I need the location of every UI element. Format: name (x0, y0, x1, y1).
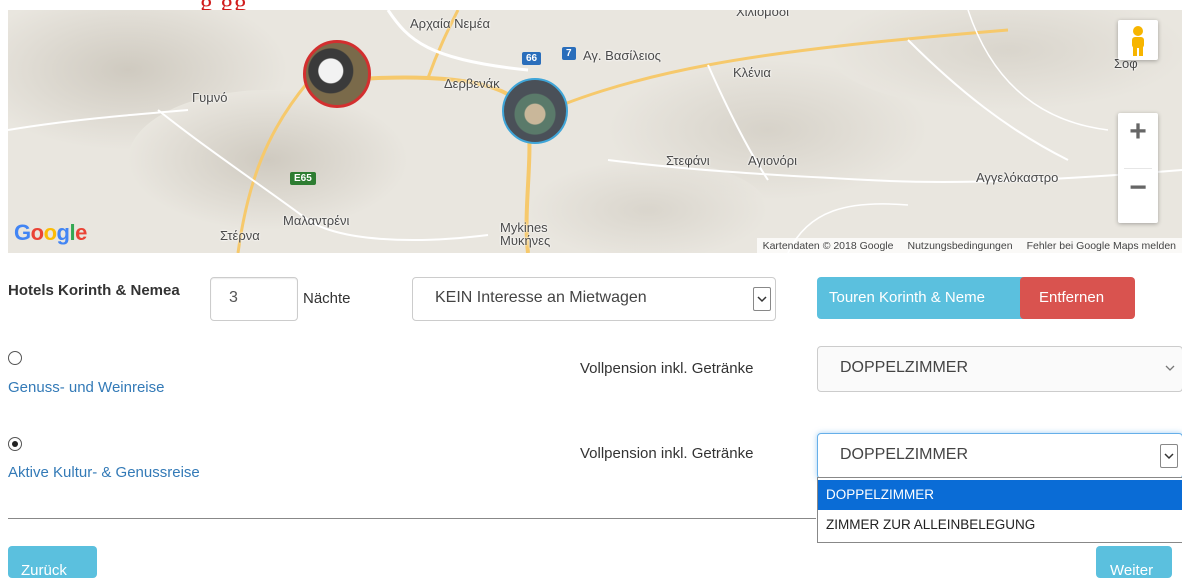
hotel-title: Hotels Korinth & Nemea (8, 282, 180, 299)
map-marker-photo-red[interactable] (303, 40, 371, 108)
radio-selected-dot (12, 441, 18, 447)
google-logo-letter: o (30, 220, 44, 245)
map-label-sterna: Στέρνα (220, 228, 260, 243)
map-marker-photo-blue[interactable] (502, 78, 568, 144)
google-logo-letter: o (43, 220, 57, 245)
map-data-credit: Kartendaten © 2018 Google (762, 239, 894, 252)
terms-link[interactable]: Nutzungsbedingungen (907, 240, 1012, 252)
map-label-chiliomodi: Χιλιόμοδι (736, 10, 790, 19)
map-label-malantreni: Μαλαντρένι (283, 213, 350, 228)
option-link-aktive[interactable]: Aktive Kultur- & Genussreise (8, 464, 200, 481)
divider (8, 518, 816, 519)
map-label-agionori: Αγιονόρι (748, 153, 798, 168)
option-radio-aktive[interactable] (8, 437, 22, 451)
map-label-stefani: Στεφάνι (666, 153, 710, 168)
street-view-pegman-button[interactable] (1118, 20, 1158, 60)
option-radio-genuss[interactable] (8, 351, 22, 365)
map-label-aggelokastro: Αγγελόκαστρο (976, 170, 1059, 185)
nights-label: Nächte (303, 290, 351, 307)
tours-button-label: Touren Korinth & Neme (829, 289, 985, 306)
route-66-shield: 66 (522, 52, 542, 65)
room-select-aktive[interactable]: DOPPELZIMMER (817, 433, 1182, 479)
back-button-label: Zurück (21, 562, 67, 579)
board-label: Vollpension inkl. Getränke (580, 445, 754, 462)
zoom-control: + − (1118, 113, 1158, 223)
room-select-value: DOPPELZIMMER (840, 446, 969, 463)
nights-value: 3 (229, 289, 238, 306)
back-button[interactable]: Zurück (8, 546, 97, 579)
map-attribution: Kartendaten © 2018 Google Nutzungsbeding… (756, 238, 1182, 253)
car-rental-select[interactable]: KEIN Interesse an Mietwagen (412, 277, 776, 321)
report-error-link[interactable]: Fehler bei Google Maps melden (1027, 240, 1176, 252)
map-label-gymno: Γυμνό (192, 90, 228, 105)
chevron-down-icon (753, 287, 771, 311)
route-7-shield: 7 (562, 47, 576, 60)
room-select-genuss[interactable]: DOPPELZIMMER (817, 346, 1182, 392)
google-logo-letter: e (75, 220, 87, 245)
map-label-mykines-gr: Μυκήνες (500, 233, 551, 248)
chevron-down-icon (1160, 444, 1178, 468)
remove-button[interactable]: Entfernen (1020, 277, 1135, 319)
dropdown-option-doppelzimmer[interactable]: DOPPELZIMMER (818, 480, 1182, 510)
board-label: Vollpension inkl. Getränke (580, 360, 754, 377)
google-logo-letter: g (56, 220, 70, 245)
e65-shield: E65 (290, 172, 316, 185)
remove-button-label: Entfernen (1039, 289, 1105, 306)
zoom-out-button[interactable]: − (1118, 171, 1158, 205)
room-dropdown-list: DOPPELZIMMER ZIMMER ZUR ALLEINBELEGUNG (817, 477, 1182, 543)
google-logo: Google (14, 220, 87, 246)
map-label-ancient-nemea: Αρχαία Νεμέα (410, 16, 491, 31)
map-label-klenia: Κλένια (733, 65, 771, 80)
next-button-label: Weiter (1110, 562, 1154, 579)
next-button[interactable]: Weiter (1096, 546, 1172, 579)
map[interactable]: Αρχαία Νεμέα Χιλιόμοδι Αγ. Βασίλειος Κλέ… (8, 10, 1182, 253)
dropdown-option-alleinbelegung[interactable]: ZIMMER ZUR ALLEINBELEGUNG (818, 510, 1182, 540)
map-label-dervenaki: Δερβενάκ (444, 76, 500, 91)
room-select-value: DOPPELZIMMER (840, 359, 969, 376)
map-terrain (8, 10, 1182, 253)
nights-input[interactable]: 3 (210, 277, 298, 321)
option-link-genuss[interactable]: Genuss- und Weinreise (8, 379, 164, 396)
zoom-in-button[interactable]: + (1118, 115, 1158, 149)
map-label-ag-vasileios: Αγ. Βασίλειος (583, 48, 661, 63)
google-logo-letter: G (14, 220, 31, 245)
pegman-icon (1132, 26, 1144, 56)
chevron-down-icon (1164, 361, 1176, 379)
car-rental-select-value: KEIN Interesse an Mietwagen (435, 289, 647, 306)
tours-button[interactable]: Touren Korinth & Neme (817, 277, 1029, 319)
